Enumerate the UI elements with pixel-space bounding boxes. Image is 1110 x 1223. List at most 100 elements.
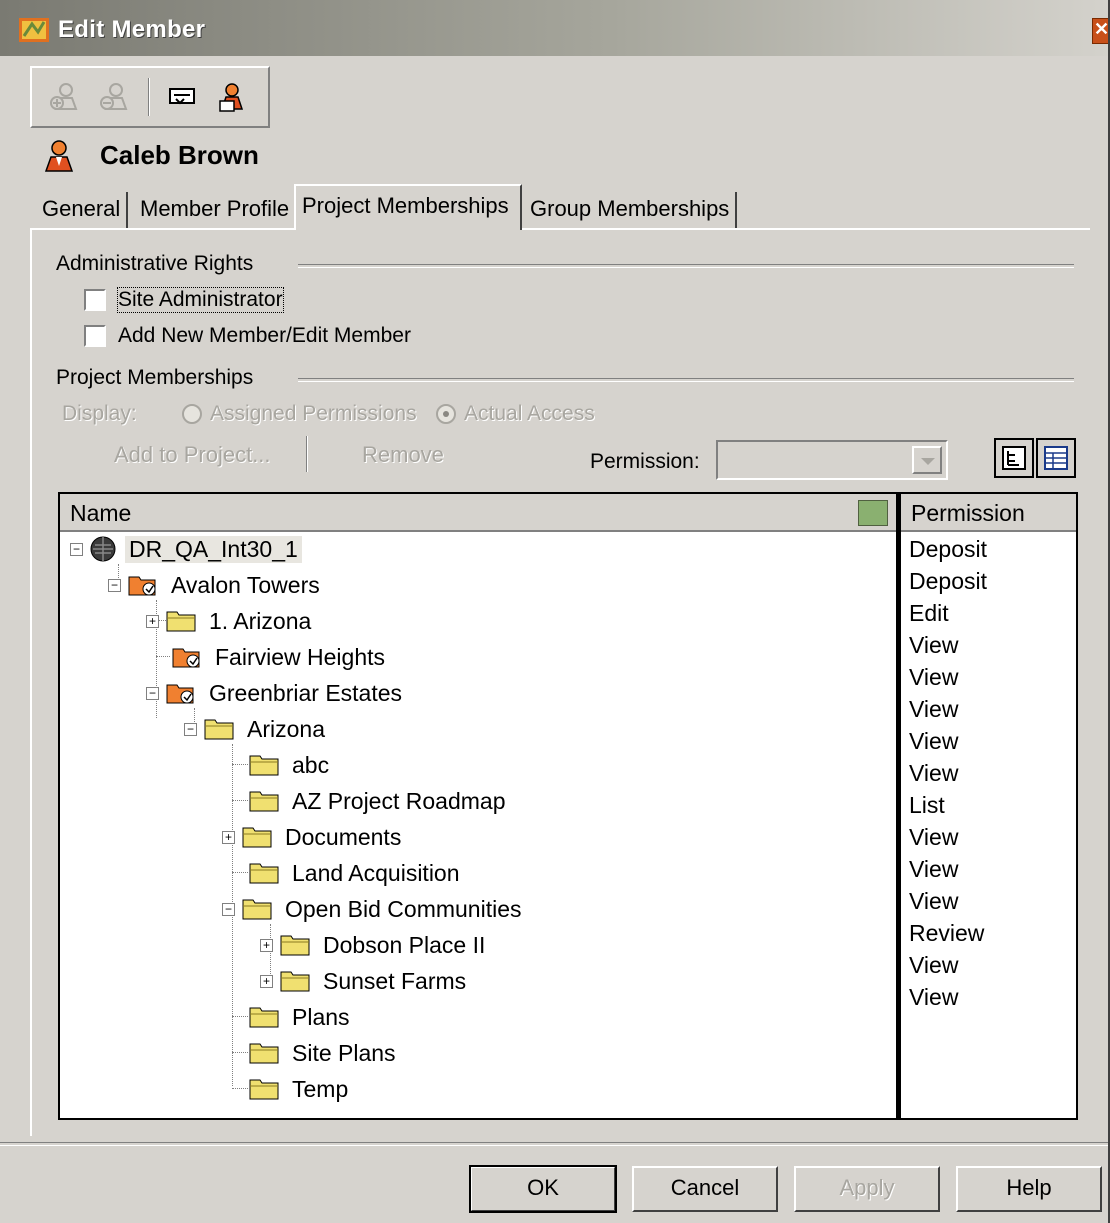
member-card-tool[interactable] xyxy=(214,78,250,116)
project-icon xyxy=(166,684,194,704)
expand-icon[interactable]: + xyxy=(260,974,273,988)
tree-view-button[interactable] xyxy=(994,438,1034,478)
folder-icon xyxy=(249,755,279,776)
tree-connector xyxy=(232,1088,248,1089)
tree-row-label: Sunset Farms xyxy=(323,967,467,994)
tree-row[interactable]: − Avalon Towers xyxy=(108,568,324,602)
permission-cell[interactable]: View xyxy=(909,952,958,979)
folder-icon xyxy=(242,827,272,848)
permission-cell[interactable]: Deposit xyxy=(909,568,987,595)
add-to-project-button[interactable]: Add to Project... xyxy=(114,442,271,468)
chevron-down-icon[interactable] xyxy=(912,446,942,474)
assigned-permissions-label: Assigned Permissions xyxy=(210,402,417,425)
tree-row[interactable]: AZ Project Roadmap xyxy=(248,784,509,818)
collapse-icon[interactable]: − xyxy=(108,578,121,592)
administrative-rights-label: Administrative Rights xyxy=(56,252,254,275)
permission-cell[interactable]: View xyxy=(909,888,958,915)
name-column-header[interactable]: Name xyxy=(60,494,896,532)
collapse-icon[interactable]: − xyxy=(222,902,235,916)
tree-row[interactable]: Temp xyxy=(248,1072,352,1106)
expand-icon[interactable]: + xyxy=(260,938,273,952)
permission-column[interactable]: Permission Deposit Deposit Edit View Vie… xyxy=(898,492,1078,1120)
tree-row-label: Temp xyxy=(292,1075,349,1102)
tree-row[interactable]: − Arizona xyxy=(184,712,329,746)
actual-access-radio[interactable] xyxy=(436,404,456,425)
collapse-icon[interactable]: − xyxy=(146,686,159,700)
collapse-icon[interactable]: − xyxy=(184,722,197,736)
expand-icon[interactable]: + xyxy=(222,830,235,844)
collapse-icon[interactable]: − xyxy=(70,542,83,556)
remove-button[interactable]: Remove xyxy=(362,442,446,468)
permission-dropdown[interactable] xyxy=(716,440,948,480)
tree-row[interactable]: + 1. Arizona xyxy=(146,604,315,638)
project-icon xyxy=(128,576,156,596)
folder-icon xyxy=(249,1043,279,1064)
permission-column-header[interactable]: Permission xyxy=(901,494,1076,532)
tree-row-label: Plans xyxy=(292,1003,350,1030)
tree-row[interactable]: − Greenbriar Estates xyxy=(146,676,406,710)
permission-cell[interactable]: View xyxy=(909,856,958,883)
tree-row-label: abc xyxy=(292,751,330,778)
actual-access-option[interactable]: Actual Access xyxy=(436,402,595,426)
tree-row-label: DR_QA_Int30_1 xyxy=(125,535,302,563)
tree-row[interactable]: − DR_QA_Int30_1 xyxy=(70,532,302,566)
apply-button[interactable]: Apply xyxy=(794,1166,940,1212)
folder-icon xyxy=(242,899,272,920)
permission-cell[interactable]: View xyxy=(909,664,958,691)
permission-cell[interactable]: View xyxy=(909,696,958,723)
tree-row[interactable]: − Open Bid Communities xyxy=(222,892,526,926)
column-resize-handle[interactable] xyxy=(858,500,888,526)
tree-row[interactable]: Plans xyxy=(248,1000,354,1034)
permission-cell[interactable]: View xyxy=(909,984,958,1011)
folder-icon xyxy=(249,1079,279,1100)
ok-button[interactable]: OK xyxy=(469,1165,617,1213)
site-administrator-option[interactable]: Site Administrator xyxy=(84,287,284,313)
site-administrator-label: Site Administrator xyxy=(117,287,284,313)
tree-row[interactable]: + Documents xyxy=(222,820,405,854)
tab-general[interactable]: General xyxy=(36,192,129,228)
permission-cell[interactable]: List xyxy=(909,792,945,819)
tab-group-memberships[interactable]: Group Memberships xyxy=(524,192,738,228)
cancel-button[interactable]: Cancel xyxy=(632,1166,778,1212)
folder-icon xyxy=(166,611,196,632)
tree-row-label: Arizona xyxy=(247,715,325,742)
expand-icon[interactable]: + xyxy=(146,614,159,628)
site-administrator-checkbox[interactable] xyxy=(84,289,106,311)
display-label: Display: xyxy=(62,402,137,425)
tree-row-label: Dobson Place II xyxy=(323,931,486,958)
title-bar[interactable]: Edit Member ✕ xyxy=(0,0,1108,56)
permission-cell[interactable]: Deposit xyxy=(909,536,987,563)
remove-member-tool[interactable] xyxy=(96,78,132,116)
add-edit-member-option[interactable]: Add New Member/Edit Member xyxy=(84,324,411,348)
project-memberships-label: Project Memberships xyxy=(56,366,254,389)
actual-access-label: Actual Access xyxy=(464,402,595,425)
project-tree[interactable]: Name − DR_QA_Int30_1 − Avalon Towers + 1… xyxy=(58,492,898,1120)
tab-member-profile[interactable]: Member Profile xyxy=(134,192,298,228)
add-edit-member-checkbox[interactable] xyxy=(84,325,106,347)
permission-cell[interactable]: View xyxy=(909,760,958,787)
permission-cell[interactable]: Review xyxy=(909,920,984,947)
permission-cell[interactable]: View xyxy=(909,632,958,659)
tree-row[interactable]: Site Plans xyxy=(248,1036,400,1070)
tree-row[interactable]: abc xyxy=(248,748,333,782)
tree-row-label: 1. Arizona xyxy=(209,607,312,634)
administrative-rights-divider xyxy=(298,264,1074,268)
tree-row[interactable]: + Sunset Farms xyxy=(260,964,470,998)
close-button[interactable]: ✕ xyxy=(1092,18,1108,44)
permission-cell[interactable]: View xyxy=(909,728,958,755)
permission-cell[interactable]: View xyxy=(909,824,958,851)
message-tool[interactable] xyxy=(164,78,200,116)
tree-row[interactable]: Land Acquisition xyxy=(248,856,464,890)
tab-project-memberships[interactable]: Project Memberships xyxy=(294,184,522,230)
window-title: Edit Member xyxy=(58,16,206,43)
help-button[interactable]: Help xyxy=(956,1166,1102,1212)
server-icon xyxy=(90,536,116,562)
action-separator xyxy=(306,436,308,472)
add-member-tool[interactable] xyxy=(46,78,82,116)
tree-row[interactable]: + Dobson Place II xyxy=(260,928,489,962)
assigned-permissions-option[interactable]: Assigned Permissions xyxy=(182,402,417,426)
grid-view-button[interactable] xyxy=(1036,438,1076,478)
tree-row[interactable]: Fairview Heights xyxy=(171,640,389,674)
assigned-permissions-radio[interactable] xyxy=(182,404,202,425)
permission-cell[interactable]: Edit xyxy=(909,600,949,627)
